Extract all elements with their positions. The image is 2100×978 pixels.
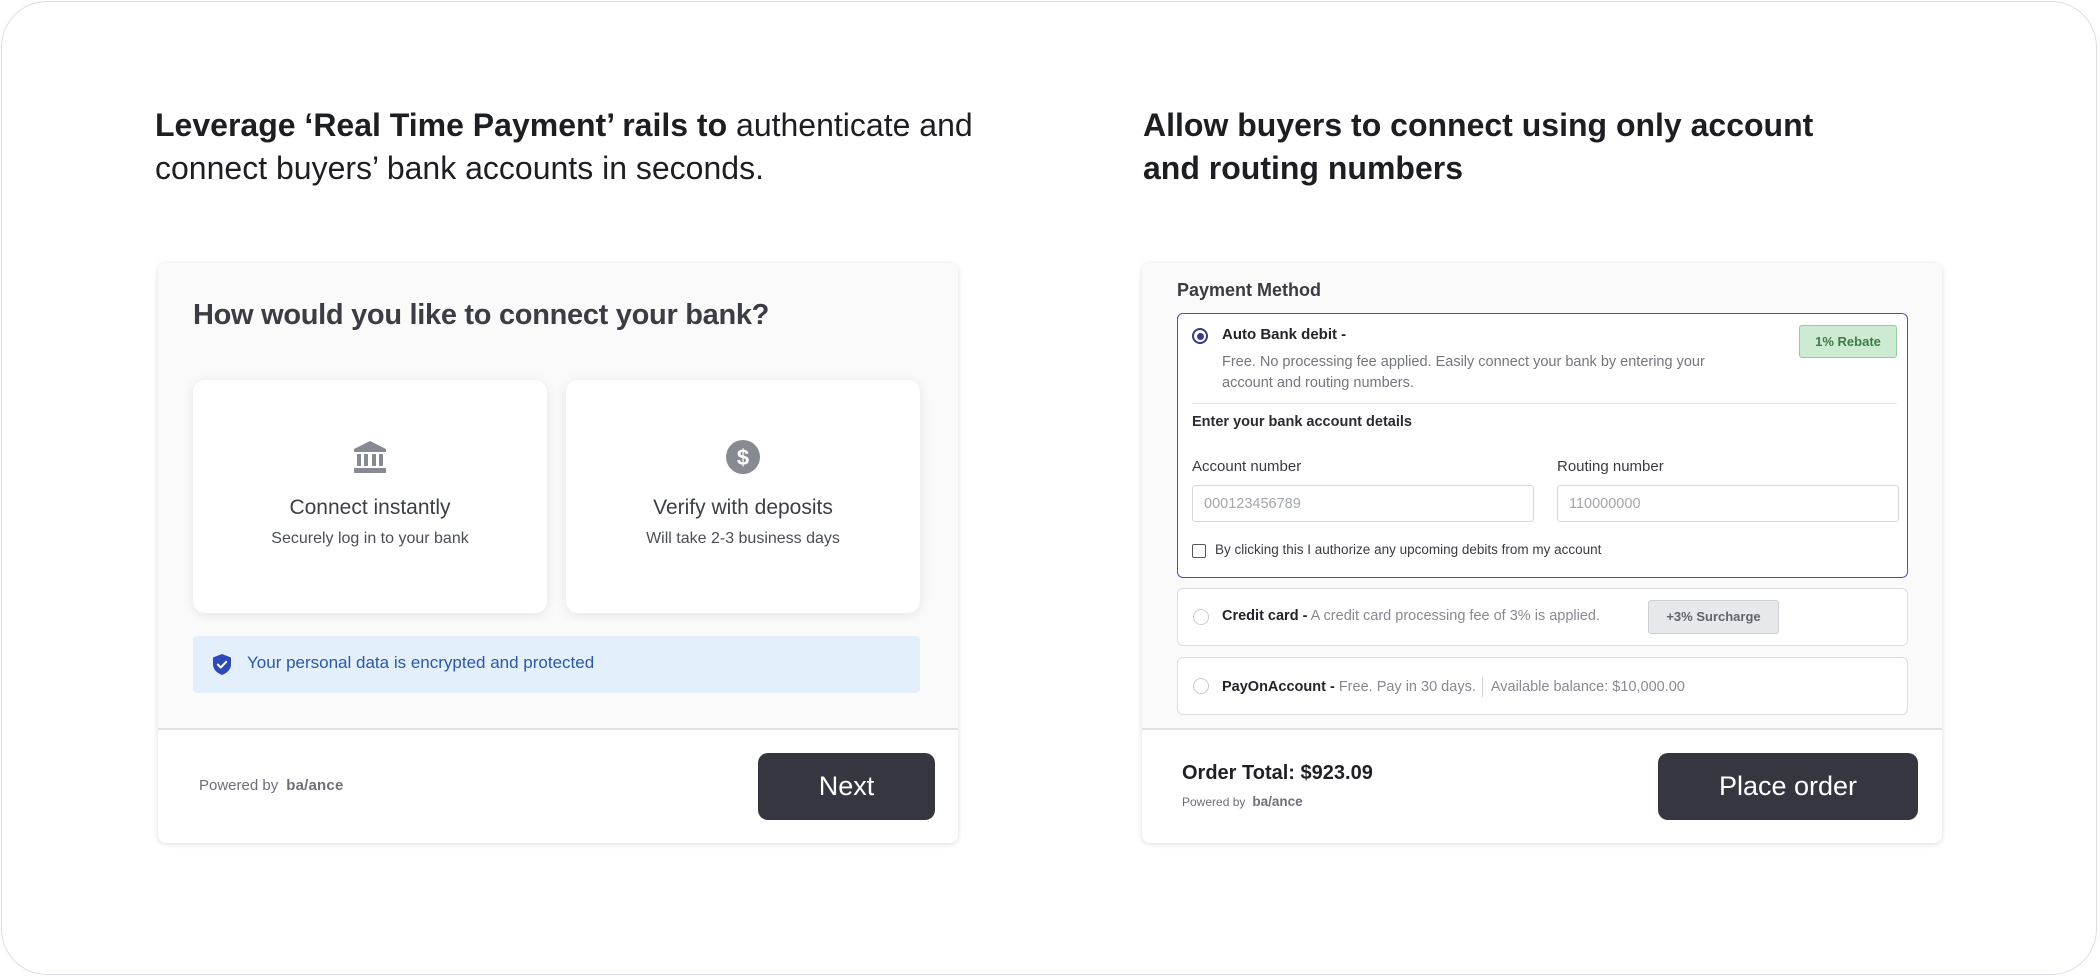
svg-text:$: $ [737,445,749,470]
payment-method-title: Payment Method [1177,280,1322,300]
divider [1192,403,1897,404]
option-title: Connect instantly [289,496,451,519]
auto-bank-title: Auto Bank debit - [1222,326,1347,343]
credit-card-radio[interactable] [1193,609,1209,625]
pay-on-account-text: PayOnAccount - Free. Pay in 30 days. Avai… [1222,677,1685,697]
next-button[interactable]: Next [758,753,935,820]
powered-by-label: Powered by [1182,795,1246,809]
option-title: Verify with deposits [653,496,833,519]
connect-bank-title: How would you like to connect your bank? [193,299,770,331]
authorize-text: By clicking this I authorize any upcomin… [1215,542,1602,557]
right-heading: Allow buyers to connect using only accou… [1143,107,1814,186]
auto-bank-description: Free. No processing fee applied. Easily … [1222,354,1705,391]
shield-check-icon [213,654,231,675]
account-number-input[interactable] [1192,485,1534,522]
available-balance: Available balance: $10,000.00 [1490,678,1685,695]
rebate-badge: 1% Rebate [1799,325,1897,358]
verify-deposits-option[interactable]: $ Verify with deposits Will take 2-3 bus… [566,380,920,613]
bank-details-label: Enter your bank account details [1192,414,1412,430]
routing-number-input[interactable] [1557,485,1899,522]
card-footer: Powered by ba/ance Next [158,728,958,843]
left-heading-bold: Leverage ‘Real Time Payment’ rails to [155,107,728,143]
credit-card-option[interactable]: Credit card - A credit card processing f… [1177,588,1908,646]
authorize-checkbox[interactable] [1192,544,1206,558]
option-subtitle: Will take 2-3 business days [646,530,840,547]
security-notice: Your personal data is encrypted and prot… [193,636,920,693]
pay-on-account-title: PayOnAccount - [1222,678,1335,695]
payment-method-card: Payment Method Auto Bank debit - Free. N… [1142,263,1942,843]
order-total: Order Total: $923.09 [1182,762,1373,784]
left-heading: Leverage ‘Real Time Payment’ rails to au… [155,104,1015,190]
surcharge-badge: +3% Surcharge [1648,600,1779,634]
dollar-icon: $ [726,440,760,474]
security-notice-text: Your personal data is encrypted and prot… [247,653,595,672]
pay-on-account-option[interactable]: PayOnAccount - Free. Pay in 30 days. Avai… [1177,657,1908,715]
credit-card-description: A credit card processing fee of 3% is ap… [1310,608,1601,624]
balance-logo: ba/ance [286,777,344,794]
pay-on-account-radio[interactable] [1193,678,1209,694]
connect-bank-card: How would you like to connect your bank?… [158,263,958,843]
pay-on-account-description: Free. Pay in 30 days. [1338,678,1476,695]
powered-by: Powered by ba/ance [199,777,343,794]
account-number-label: Account number [1192,458,1302,475]
separator [1481,677,1483,697]
balance-logo: ba/ance [1252,794,1303,809]
powered-by: Powered by ba/ance [1182,794,1303,809]
credit-card-title: Credit card - [1222,608,1308,624]
auto-bank-debit-option[interactable]: Auto Bank debit - Free. No processing fe… [1177,313,1908,578]
card-footer: Order Total: $923.09 Powered by ba/ance P… [1142,728,1942,843]
routing-number-label: Routing number [1557,458,1664,475]
auto-bank-radio[interactable] [1192,328,1208,344]
credit-card-text: Credit card - A credit card processing f… [1222,608,1600,624]
powered-by-label: Powered by [199,777,279,794]
option-subtitle: Securely log in to your bank [271,530,469,547]
place-order-button[interactable]: Place order [1658,753,1918,820]
connect-instantly-option[interactable]: Connect instantly Securely log in to you… [193,380,547,613]
bank-icon [354,441,386,473]
